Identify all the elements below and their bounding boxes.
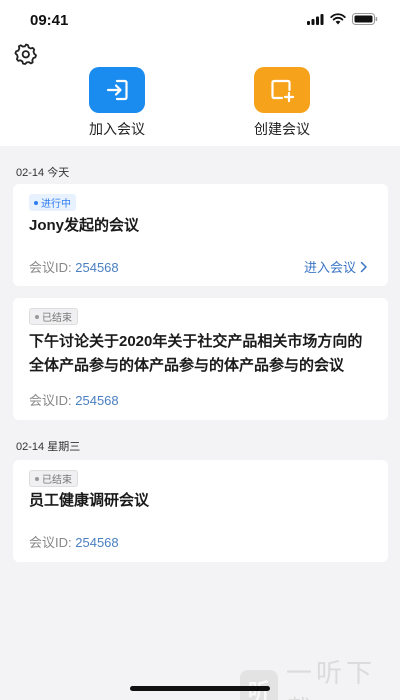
status-badge: 已结束 bbox=[29, 308, 78, 325]
join-meeting-button[interactable]: 加入会议 bbox=[67, 67, 167, 139]
watermark-text: 一听下载 bbox=[286, 659, 377, 700]
meeting-card[interactable]: 已结束 下午讨论关于2020年关于社交产品相关市场方向的全体产品参与的体产品参与… bbox=[13, 298, 388, 420]
meeting-title: Jony发起的会议 bbox=[29, 217, 140, 234]
wifi-icon bbox=[330, 13, 346, 25]
status-label: 进行中 bbox=[41, 199, 71, 210]
meeting-card[interactable]: 已结束 员工健康调研会议 会议ID: 254568 bbox=[13, 460, 388, 562]
date-header: 02-14 今天 bbox=[16, 164, 69, 180]
status-icons bbox=[307, 13, 378, 25]
create-meeting-label: 创建会议 bbox=[254, 121, 310, 137]
meeting-id-value: 254568 bbox=[75, 260, 119, 275]
date-header-date: 02-14 bbox=[16, 167, 45, 179]
battery-icon bbox=[352, 13, 378, 25]
meeting-id: 会议ID: 254568 bbox=[29, 257, 119, 276]
meeting-card[interactable]: 进行中 Jony发起的会议 会议ID: 254568 进入会议 bbox=[13, 184, 388, 286]
meeting-title: 员工健康调研会议 bbox=[29, 492, 150, 509]
date-header-date: 02-14 bbox=[16, 441, 45, 453]
date-header-day: 星期三 bbox=[47, 441, 81, 453]
watermark-logo: 听 bbox=[240, 670, 278, 700]
top-panel: 09:41 加入会议 创建会议 bbox=[0, 0, 400, 146]
date-header-day: 今天 bbox=[47, 167, 70, 179]
date-header: 02-14 星期三 bbox=[16, 438, 80, 454]
status-dot bbox=[35, 476, 39, 481]
status-bar: 09:41 bbox=[0, 0, 400, 40]
meeting-id-label: 会议ID: bbox=[29, 260, 72, 275]
meeting-id-label: 会议ID: bbox=[29, 393, 72, 408]
meeting-title: 下午讨论关于2020年关于社交产品相关市场方向的全体产品参与的体产品参与的体产品… bbox=[29, 333, 363, 374]
watermark: 听 一听下载 bbox=[240, 653, 400, 700]
meeting-id: 会议ID: 254568 bbox=[29, 390, 119, 409]
gear-icon bbox=[14, 43, 37, 65]
meeting-id: 会议ID: 254568 bbox=[29, 532, 119, 551]
status-dot bbox=[35, 314, 39, 319]
status-badge: 已结束 bbox=[29, 470, 78, 487]
status-label: 已结束 bbox=[42, 313, 72, 324]
status-badge: 进行中 bbox=[29, 194, 76, 211]
create-meeting-button[interactable]: 创建会议 bbox=[232, 67, 332, 139]
home-indicator bbox=[130, 686, 270, 691]
meeting-id-value: 254568 bbox=[75, 535, 119, 550]
status-time: 09:41 bbox=[30, 12, 69, 29]
status-dot bbox=[34, 200, 38, 205]
status-label: 已结束 bbox=[42, 475, 72, 486]
meeting-id-label: 会议ID: bbox=[29, 535, 72, 550]
meeting-id-value: 254568 bbox=[75, 393, 119, 408]
join-meeting-label: 加入会议 bbox=[89, 121, 145, 137]
enter-meeting-link[interactable]: 进入会议 bbox=[304, 257, 368, 276]
enter-icon bbox=[106, 79, 128, 101]
join-tile bbox=[89, 67, 145, 113]
settings-button[interactable] bbox=[14, 42, 38, 66]
enter-meeting-label: 进入会议 bbox=[303, 260, 356, 275]
create-tile bbox=[254, 67, 310, 113]
add-window-icon bbox=[271, 79, 295, 103]
signal-icon bbox=[307, 13, 324, 25]
chevron-right-icon bbox=[360, 261, 367, 272]
